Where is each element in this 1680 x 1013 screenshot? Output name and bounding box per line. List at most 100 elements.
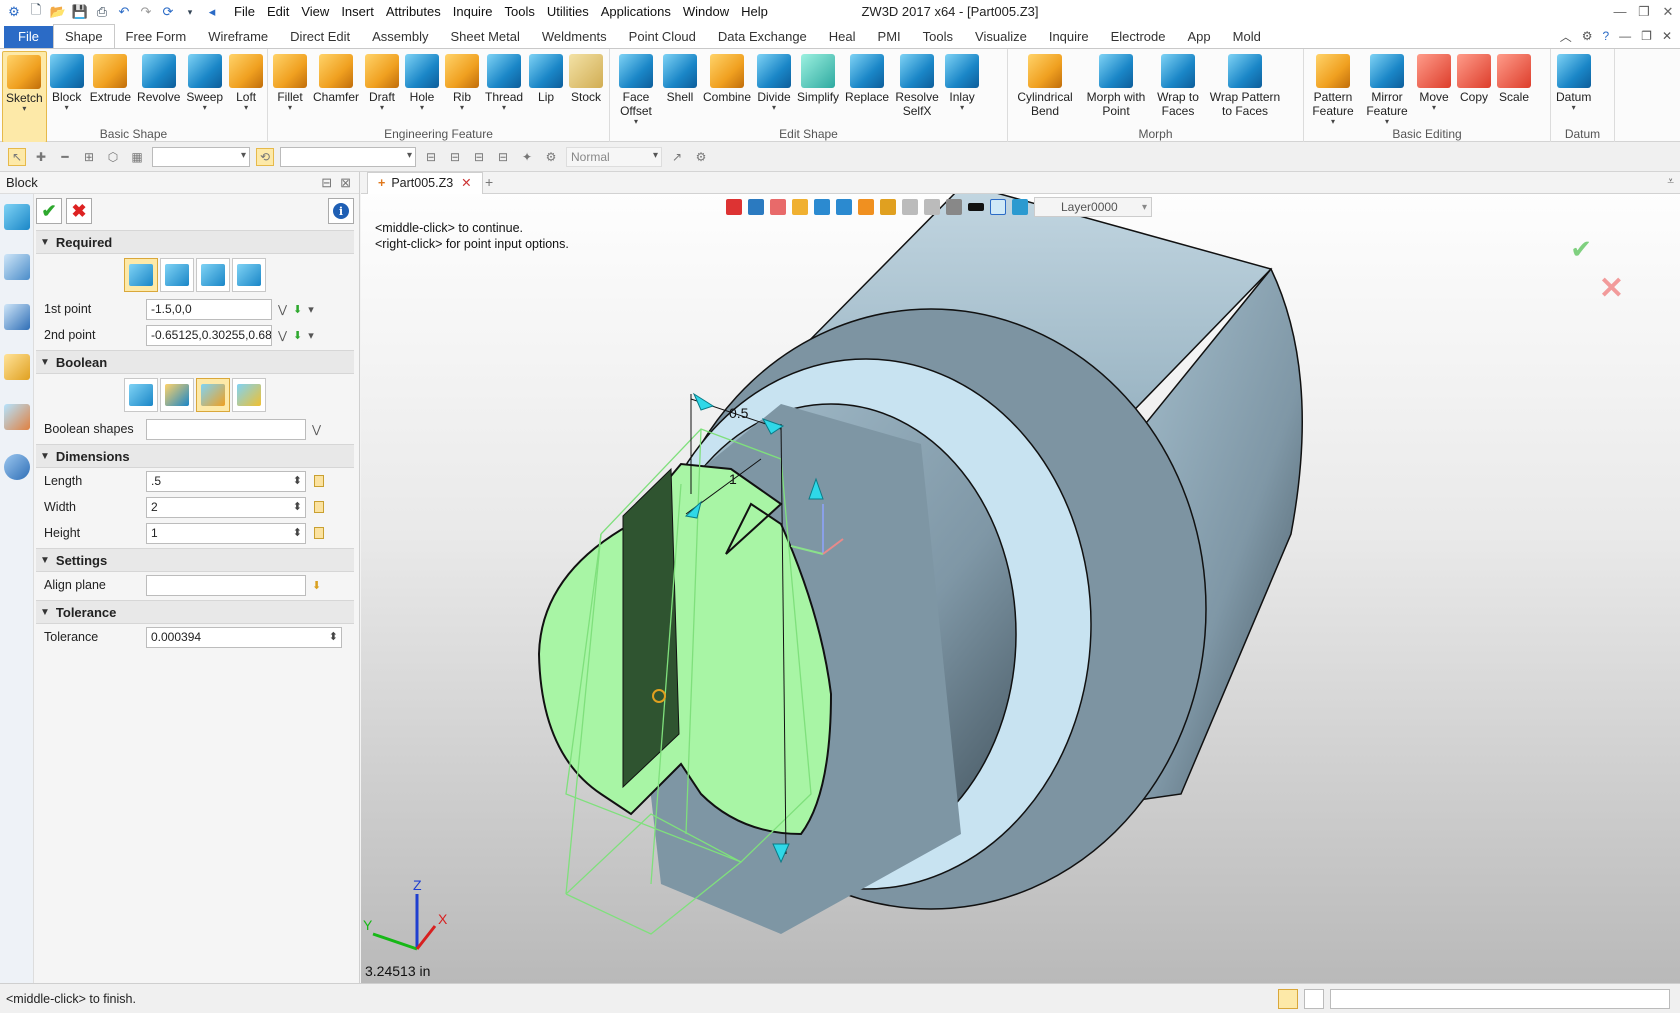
second-point-input[interactable]: -0.65125,0.30255,0.68627 xyxy=(146,324,272,346)
collapse-ribbon-icon[interactable]: ︿ xyxy=(1560,28,1572,45)
lock-icon[interactable] xyxy=(314,527,324,539)
exit-icon[interactable] xyxy=(726,199,742,215)
material-icon[interactable] xyxy=(1012,199,1028,215)
doc-close-icon[interactable]: ✕ xyxy=(1662,29,1672,43)
block-tool-icon[interactable] xyxy=(4,204,30,230)
tab-sheet-metal[interactable]: Sheet Metal xyxy=(440,26,531,48)
tab-visualize[interactable]: Visualize xyxy=(964,26,1038,48)
settings-gear-icon[interactable]: ⚙ xyxy=(1582,29,1593,43)
point-pick-icon[interactable]: ⬇ xyxy=(293,303,302,316)
gear-icon[interactable]: ⚙ xyxy=(692,148,710,166)
filter-combo[interactable] xyxy=(152,146,250,167)
pin-icon[interactable]: ✦ xyxy=(518,148,536,166)
snap-icon[interactable]: ⟲ xyxy=(256,147,274,166)
boolean-intersect-icon[interactable] xyxy=(232,378,266,412)
menu-applications[interactable]: Applications xyxy=(595,0,677,24)
menu-edit[interactable]: Edit xyxy=(261,0,295,24)
list-icon[interactable] xyxy=(1304,988,1324,1009)
render-settings-icon[interactable]: ⚙ xyxy=(542,148,560,166)
graphics-viewport[interactable]: + Part005.Z3 ✕ + ⩡ 0.5 1 Z Y X Layer0000… xyxy=(361,172,1680,983)
point-dropdown-icon[interactable]: ▾ xyxy=(308,329,314,342)
point-dropdown-icon[interactable]: ▾ xyxy=(308,303,314,316)
expand-chevron-icon[interactable]: ⋁ xyxy=(278,329,287,342)
redo-icon[interactable]: ↷ xyxy=(136,2,156,22)
tab-direct-edit[interactable]: Direct Edit xyxy=(279,26,361,48)
select-box-icon[interactable]: ⊞ xyxy=(80,148,98,166)
snap-combo[interactable] xyxy=(280,146,416,167)
section-settings[interactable]: ▼ Settings xyxy=(36,548,354,572)
tab-pmi[interactable]: PMI xyxy=(867,26,912,48)
new-tab-icon[interactable]: + xyxy=(485,174,493,190)
align-pick-icon[interactable]: ⬇ xyxy=(312,579,321,592)
tab-wireframe[interactable]: Wireframe xyxy=(197,26,279,48)
pick-cursor-icon[interactable]: ↖ xyxy=(8,147,26,166)
cursor-icon[interactable]: ↗ xyxy=(668,148,686,166)
menu-view[interactable]: View xyxy=(295,0,335,24)
ok-button[interactable]: ✔ xyxy=(36,198,62,224)
boolean-shapes-input[interactable] xyxy=(146,418,306,440)
history-tree-icon[interactable] xyxy=(4,254,30,280)
section-dimensions[interactable]: ▼ Dimensions xyxy=(36,444,354,468)
tolerance-input[interactable]: 0.000394 xyxy=(146,626,342,648)
length-input[interactable]: .5 xyxy=(146,470,306,492)
help-icon[interactable]: ? xyxy=(1602,29,1609,43)
display-mode-icon[interactable] xyxy=(836,199,852,215)
align-icon-4[interactable]: ⊟ xyxy=(494,148,512,166)
view-orient-icon[interactable] xyxy=(748,199,764,215)
point-pick-icon[interactable]: ⬇ xyxy=(293,329,302,342)
rebuild-icon[interactable]: ⟳ xyxy=(158,2,178,22)
tab-electrode[interactable]: Electrode xyxy=(1100,26,1177,48)
block-type-two-corner[interactable] xyxy=(124,258,158,292)
info-button[interactable]: i xyxy=(328,198,354,224)
open-file-icon[interactable]: 📂 xyxy=(48,2,68,22)
expand-chevron-icon[interactable]: ⋁ xyxy=(278,303,287,316)
filter-icon[interactable]: ▦ xyxy=(128,148,146,166)
document-tab[interactable]: + Part005.Z3 ✕ xyxy=(367,172,483,194)
app-logo-icon[interactable]: ⚙ xyxy=(4,2,24,22)
cancel-button[interactable]: ✖ xyxy=(66,198,92,224)
cube-view-icon[interactable] xyxy=(814,199,830,215)
menu-file[interactable]: File xyxy=(228,0,261,24)
menu-attributes[interactable]: Attributes xyxy=(380,0,447,24)
layout-icon[interactable] xyxy=(1278,988,1298,1009)
first-point-input[interactable]: -1.5,0,0 xyxy=(146,298,272,320)
new-file-icon[interactable]: 🗋 xyxy=(26,2,46,22)
color-swatch-icon[interactable] xyxy=(990,199,1006,215)
menu-window[interactable]: Window xyxy=(677,0,735,24)
view-manager-icon[interactable] xyxy=(4,404,30,430)
tab-data-exchange[interactable]: Data Exchange xyxy=(707,26,818,48)
menu-inquire[interactable]: Inquire xyxy=(447,0,499,24)
polygon-select-icon[interactable]: ⬡ xyxy=(104,148,122,166)
tab-mold[interactable]: Mold xyxy=(1222,26,1272,48)
width-input[interactable]: 2 xyxy=(146,496,306,518)
boolean-add-icon[interactable] xyxy=(160,378,194,412)
block-type-edge[interactable] xyxy=(196,258,230,292)
align-icon-1[interactable]: ⊟ xyxy=(422,148,440,166)
tab-file[interactable]: File xyxy=(4,26,53,48)
lock-icon[interactable] xyxy=(314,501,324,513)
tab-weldments[interactable]: Weldments xyxy=(531,26,618,48)
assembly-tree-icon[interactable] xyxy=(4,304,30,330)
doc-restore-icon[interactable]: ❐ xyxy=(1641,29,1652,43)
section-icon[interactable] xyxy=(858,199,874,215)
minimize-icon[interactable]: — xyxy=(1608,0,1632,24)
light-icon[interactable] xyxy=(880,199,896,215)
render-mode-combo[interactable]: Normal xyxy=(566,146,662,167)
customize-dropdown-icon[interactable]: ▾ xyxy=(180,2,200,22)
section-required[interactable]: ▼ Required xyxy=(36,230,354,254)
menu-tools[interactable]: Tools xyxy=(499,0,541,24)
print-icon[interactable]: ⎙ xyxy=(92,2,112,22)
boolean-remove-icon[interactable] xyxy=(196,378,230,412)
align-icon-2[interactable]: ⊟ xyxy=(446,148,464,166)
remove-filter-icon[interactable]: ━ xyxy=(56,148,74,166)
panel-pin-icon[interactable]: ⊟ xyxy=(321,175,332,191)
undo-icon[interactable]: ↶ xyxy=(114,2,134,22)
block-type-face[interactable] xyxy=(232,258,266,292)
eraser-icon[interactable] xyxy=(770,199,786,215)
filter-view-icon[interactable] xyxy=(946,199,962,215)
viewport-ok-icon[interactable]: ✔ xyxy=(1570,234,1592,265)
layer-combo[interactable]: Layer0000 xyxy=(1034,197,1152,217)
doc-minimize-icon[interactable]: — xyxy=(1619,29,1631,43)
tab-heal[interactable]: Heal xyxy=(818,26,867,48)
tab-free-form[interactable]: Free Form xyxy=(115,26,198,48)
